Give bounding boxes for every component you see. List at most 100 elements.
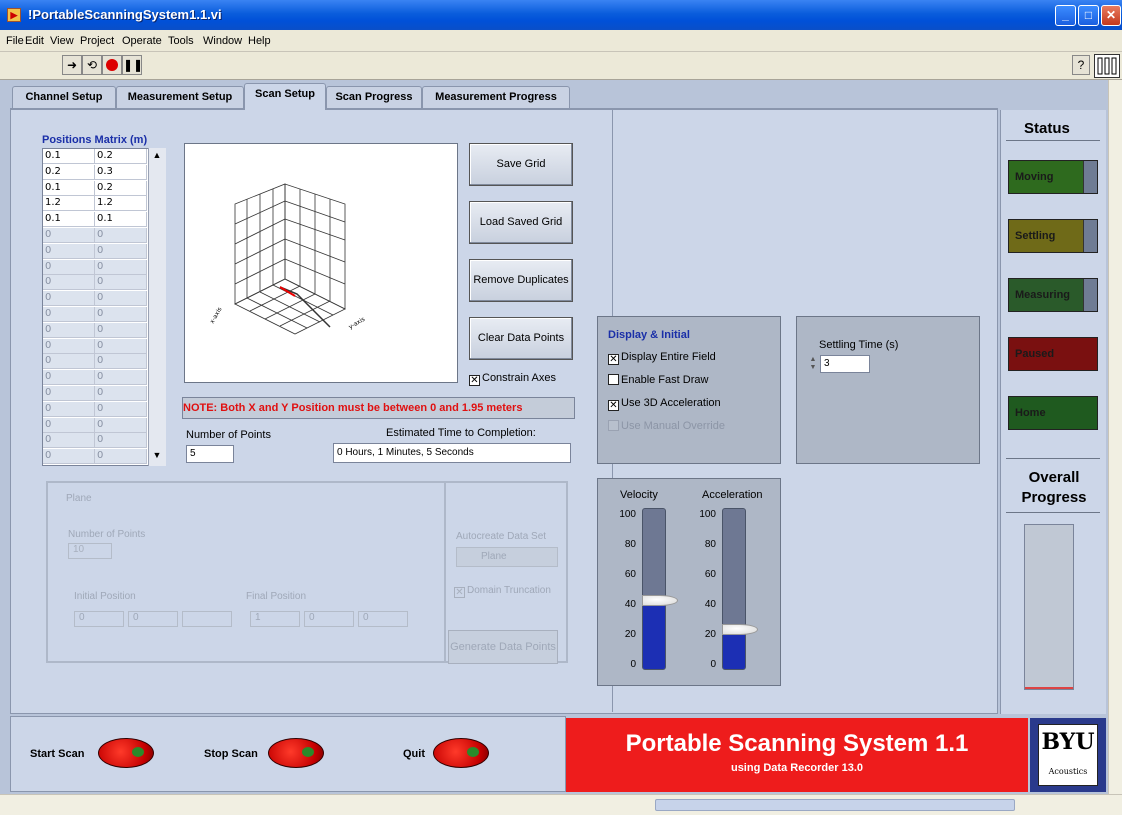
matrix-cell[interactable]: 0 [95, 307, 147, 322]
status-title: Status [1024, 120, 1070, 137]
minimize-button[interactable]: _ [1055, 5, 1076, 26]
load-saved-grid-button[interactable]: Load Saved Grid [469, 201, 573, 244]
slider-tick-label: 100 [699, 509, 716, 520]
display-entire-field-checkbox[interactable]: ✕ Display Entire Field [608, 351, 716, 365]
menu-file[interactable]: File [6, 35, 24, 47]
tab-measurement-progress[interactable]: Measurement Progress [422, 86, 570, 108]
abort-icon[interactable] [102, 55, 122, 75]
title-bar: ▶ !PortableScanningSystem1.1.vi _ □ ✕ [0, 0, 1122, 30]
matrix-cell[interactable]: 0.2 [95, 149, 147, 164]
enable-fast-draw-checkbox[interactable]: Enable Fast Draw [608, 374, 708, 386]
menu-view[interactable]: View [50, 35, 74, 47]
autocreate-select: Plane [456, 547, 558, 567]
tab-scan-setup[interactable]: Scan Setup [244, 83, 326, 110]
scrollbar-thumb[interactable] [655, 799, 1015, 811]
matrix-cell[interactable]: 0 [43, 228, 95, 243]
matrix-cell[interactable]: 0 [43, 386, 95, 401]
matrix-cell[interactable]: 0 [95, 417, 147, 433]
matrix-cell[interactable]: 0 [43, 401, 95, 417]
matrix-cell[interactable]: 0 [43, 417, 95, 433]
matrix-cell[interactable]: 0.1 [43, 212, 95, 228]
matrix-cell[interactable]: 0 [43, 354, 95, 370]
menu-project[interactable]: Project [80, 35, 114, 47]
matrix-cell[interactable]: 0 [43, 259, 95, 275]
matrix-cell[interactable]: 0 [95, 401, 147, 417]
matrix-cell[interactable]: 0.1 [43, 180, 95, 196]
matrix-cell[interactable]: 0 [43, 449, 95, 465]
matrix-cell[interactable]: 0 [43, 433, 95, 449]
acceleration-thumb[interactable] [722, 624, 758, 635]
matrix-cell[interactable]: 0 [95, 322, 147, 338]
run-continuously-icon[interactable]: ⟲ [82, 55, 102, 75]
matrix-cell[interactable]: 0 [95, 449, 147, 465]
matrix-cell[interactable]: 0.2 [95, 180, 147, 196]
remove-duplicates-button[interactable]: Remove Duplicates [469, 259, 573, 302]
vertical-scrollbar[interactable] [1108, 80, 1122, 794]
velocity-slider[interactable] [642, 508, 678, 670]
quit-button[interactable] [433, 738, 489, 768]
tab-channel-setup[interactable]: Channel Setup [12, 86, 116, 108]
matrix-cell[interactable]: 0 [95, 228, 147, 243]
matrix-cell[interactable]: 0.2 [43, 164, 95, 180]
tab-scan-progress[interactable]: Scan Progress [326, 86, 422, 108]
menu-window[interactable]: Window [203, 35, 242, 47]
matrix-cell[interactable]: 0.1 [43, 149, 95, 164]
constrain-axes-checkbox[interactable]: ✕ Constrain Axes [469, 372, 556, 386]
run-arrow-icon[interactable]: ➜ [62, 55, 82, 75]
menu-help[interactable]: Help [248, 35, 271, 47]
matrix-cell[interactable]: 0.1 [95, 212, 147, 228]
matrix-cell[interactable]: 0 [95, 259, 147, 275]
initial-z-field [182, 611, 232, 627]
matrix-cell[interactable]: 0 [43, 370, 95, 386]
labview-icon: ▶ [7, 8, 21, 22]
matrix-cell[interactable]: 1.2 [43, 196, 95, 212]
matrix-cell[interactable]: 1.2 [95, 196, 147, 212]
start-scan-button[interactable] [98, 738, 154, 768]
matrix-cell[interactable]: 0 [95, 433, 147, 449]
velocity-thumb[interactable] [642, 595, 678, 607]
est-time-field: 0 Hours, 1 Minutes, 5 Seconds [333, 443, 571, 463]
pause-icon[interactable]: ❚❚ [122, 55, 143, 75]
menu-operate[interactable]: Operate [122, 35, 162, 47]
banner: Portable Scanning System 1.1 using Data … [566, 718, 1028, 792]
menu-tools[interactable]: Tools [168, 35, 194, 47]
use-3d-acceleration-checkbox[interactable]: ✕ Use 3D Acceleration [608, 397, 721, 411]
matrix-scrollbar[interactable]: ▲ ▼ [148, 148, 166, 466]
slider-tick-label: 40 [704, 599, 716, 610]
settling-stepper[interactable]: ▲ ▼ [807, 356, 819, 372]
matrix-cell[interactable]: 0 [95, 338, 147, 354]
maximize-button[interactable]: □ [1078, 5, 1099, 26]
matrix-cell[interactable]: 0.3 [95, 164, 147, 180]
matrix-cell[interactable]: 0 [43, 322, 95, 338]
3d-graph[interactable]: x-axis y-axis [184, 143, 458, 383]
overall-progress-bar [1024, 524, 1074, 690]
horizontal-scrollbar[interactable] [0, 794, 1122, 815]
clear-data-points-button[interactable]: Clear Data Points [469, 317, 573, 360]
slider-tick-label: 20 [704, 629, 716, 640]
acceleration-slider[interactable] [722, 508, 758, 670]
matrix-cell[interactable]: 0 [43, 291, 95, 307]
matrix-cell[interactable]: 0 [43, 243, 95, 259]
matrix-cell[interactable]: 0 [95, 291, 147, 307]
tab-measurement-setup[interactable]: Measurement Setup [116, 86, 244, 108]
matrix-cell[interactable]: 0 [95, 370, 147, 386]
matrix-cell[interactable]: 0 [43, 307, 95, 322]
matrix-cell[interactable]: 0 [95, 243, 147, 259]
stop-scan-button[interactable] [268, 738, 324, 768]
scroll-down-icon[interactable]: ▼ [150, 450, 164, 462]
context-help-button[interactable]: ? [1072, 55, 1090, 75]
save-grid-button[interactable]: Save Grid [469, 143, 573, 186]
scroll-up-icon[interactable]: ▲ [150, 150, 164, 162]
menu-edit[interactable]: Edit [25, 35, 44, 47]
matrix-cell[interactable]: 0 [43, 275, 95, 291]
num-points-field[interactable]: 5 [186, 445, 234, 463]
matrix-cell[interactable]: 0 [95, 386, 147, 401]
settling-time-field[interactable]: 3 [820, 355, 870, 373]
status-led-label: Settling [1015, 230, 1056, 242]
svg-text:y-axis: y-axis [348, 316, 367, 331]
matrix-cell[interactable]: 0 [43, 338, 95, 354]
settling-box: Settling Time (s) ▲ ▼ 3 [796, 316, 980, 464]
matrix-cell[interactable]: 0 [95, 275, 147, 291]
matrix-cell[interactable]: 0 [95, 354, 147, 370]
close-button[interactable]: ✕ [1101, 5, 1121, 26]
